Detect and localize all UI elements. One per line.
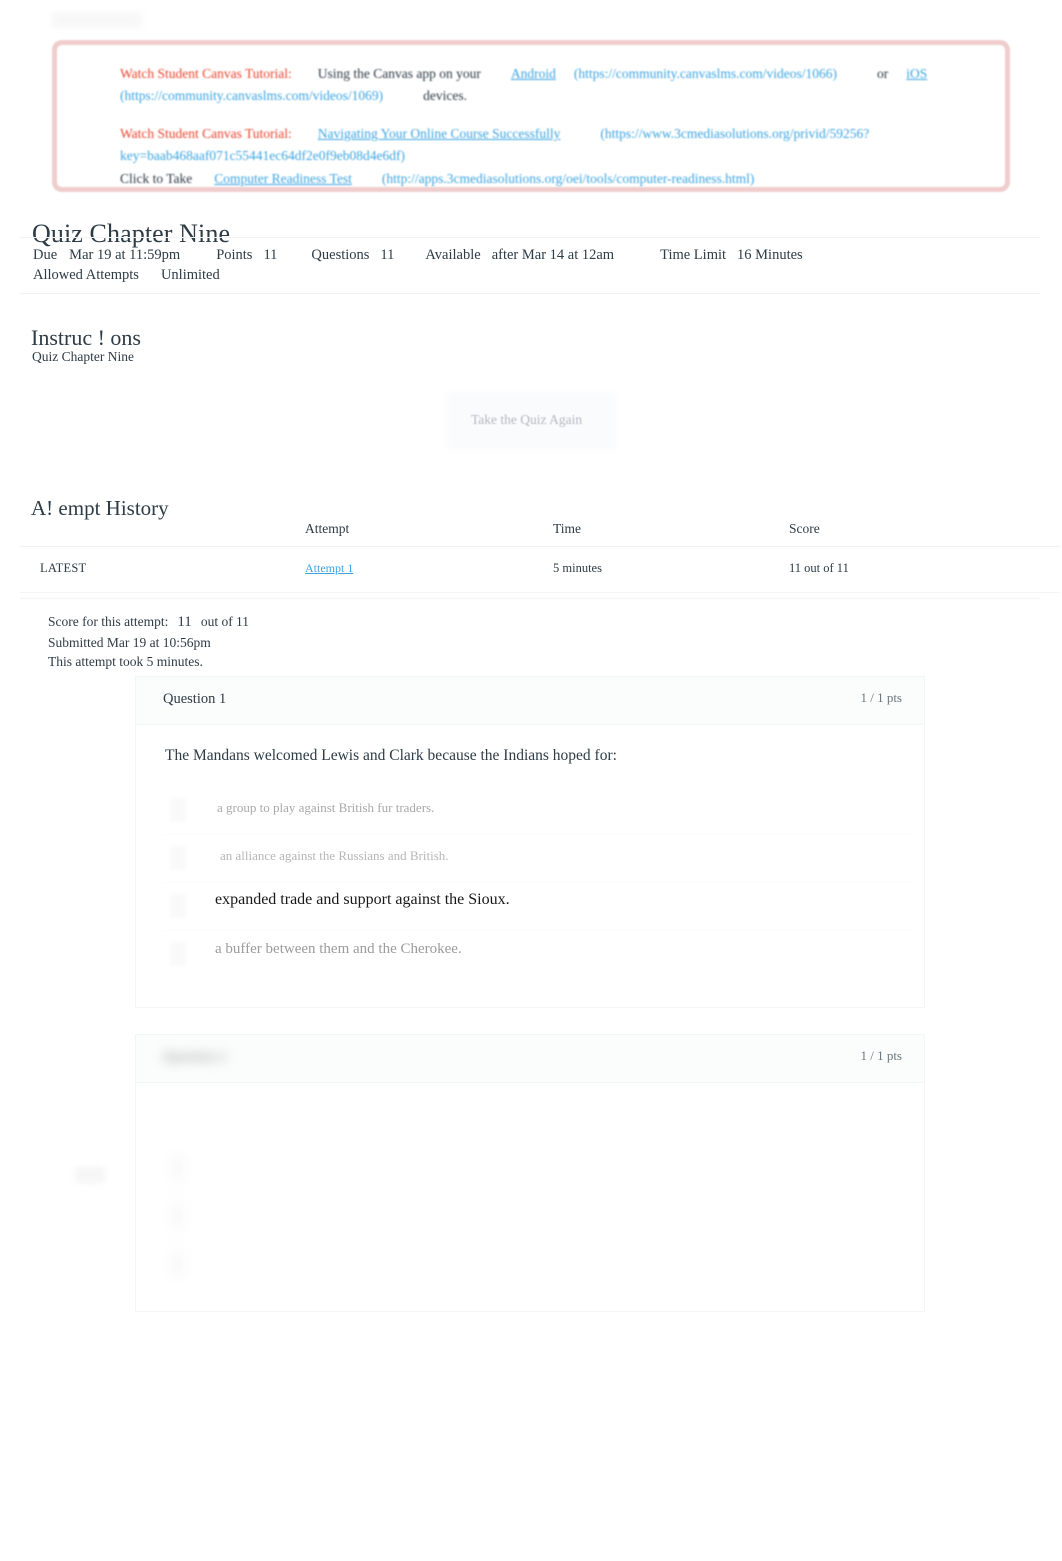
column-header-attempt: Attempt bbox=[305, 515, 553, 547]
question-1-text: The Mandans welcomed Lewis and Clark bec… bbox=[165, 747, 617, 764]
navigating-course-url-part1: (https://www.3cmediasolutions.org/privid… bbox=[600, 126, 870, 141]
answer-option[interactable] bbox=[164, 1241, 912, 1288]
question-block-2: Question 2 1 / 1 pts bbox=[135, 1034, 925, 1312]
radio-selected-icon bbox=[170, 894, 186, 918]
canvas-tutorial-banner: Watch Student Canvas Tutorial: Using the … bbox=[52, 40, 1010, 192]
banner-line-canvas-app: Watch Student Canvas Tutorial: Using the … bbox=[120, 63, 975, 106]
radio-icon bbox=[170, 1252, 186, 1276]
points-label: Points bbox=[216, 247, 253, 263]
ios-link[interactable]: iOS bbox=[906, 66, 927, 81]
tutorial-label-2: Watch Student Canvas Tutorial: bbox=[120, 126, 292, 141]
take-quiz-again-button[interactable]: Take the Quiz Again bbox=[447, 392, 615, 449]
time-limit-label: Time Limit bbox=[660, 247, 727, 263]
android-link[interactable]: Android bbox=[511, 66, 556, 81]
due-label: Due bbox=[33, 247, 58, 263]
radio-icon bbox=[170, 846, 186, 870]
question-2-title: Question 2 bbox=[163, 1049, 227, 1065]
answer-option-label: an alliance against the Russians and Bri… bbox=[220, 848, 449, 863]
devices-text: devices. bbox=[423, 87, 467, 103]
attempt-duration: This attempt took 5 minutes. bbox=[48, 654, 203, 669]
click-to-take-text: Click to Take bbox=[120, 171, 193, 186]
points-value: 11 bbox=[263, 247, 278, 263]
question-block-1: Question 1 1 / 1 pts The Mandans welcome… bbox=[135, 676, 925, 1008]
answer-option-label: a group to play against British fur trad… bbox=[217, 800, 435, 815]
computer-readiness-test-link[interactable]: Computer Readiness Test bbox=[214, 171, 352, 186]
question-2-side-ghost bbox=[75, 1167, 105, 1183]
canvas-app-text: Using the Canvas app on your bbox=[317, 66, 481, 81]
answer-option-label: a buffer between them and the Cherokee. bbox=[215, 941, 462, 957]
question-1-title: Question 1 bbox=[163, 691, 227, 707]
radio-icon bbox=[170, 798, 186, 822]
due-value: Mar 19 at 11:59pm bbox=[69, 247, 181, 263]
score-summary: Score for this attempt: 11 out of 11 Submi… bbox=[48, 612, 249, 672]
answer-option[interactable] bbox=[164, 1193, 912, 1241]
answer-option-selected[interactable] bbox=[164, 1145, 912, 1193]
answer-option[interactable]: a buffer between them and the Cherokee. bbox=[164, 931, 912, 978]
answer-option-selected[interactable]: expanded trade and support against the S… bbox=[164, 883, 912, 931]
attempt-history-table-footer-rule bbox=[20, 570, 1040, 599]
submitted-timestamp: Submitted Mar 19 at 10:56pm bbox=[48, 634, 211, 650]
radio-icon bbox=[170, 942, 186, 966]
allowed-attempts-label: Allowed Attempts bbox=[33, 267, 139, 283]
instructions-heading: Instruc ! ons bbox=[31, 325, 141, 351]
available-value: after Mar 14 at 12am bbox=[491, 247, 615, 263]
available-label: Available bbox=[425, 247, 481, 263]
quiz-details-row-1: Due Mar 19 at 11:59pm Points 11 Questions 11 A… bbox=[20, 245, 1040, 265]
score-value: 11 bbox=[177, 614, 192, 630]
quiz-details-row-2: Allowed Attempts Unlimited bbox=[20, 265, 1040, 285]
question-2-answers bbox=[164, 1145, 912, 1288]
quiz-results-page: Watch Student Canvas Tutorial: Using the … bbox=[0, 0, 1062, 1561]
tutorial-label-1: Watch Student Canvas Tutorial: bbox=[120, 66, 292, 81]
column-header-kept bbox=[20, 515, 305, 547]
radio-selected-icon bbox=[170, 1156, 186, 1180]
column-header-time: Time bbox=[553, 515, 789, 547]
score-label: Score for this attempt: bbox=[48, 614, 169, 629]
banner-line-navigating-course: Watch Student Canvas Tutorial: Navigating… bbox=[120, 123, 975, 166]
table-header-row: Attempt Time Score bbox=[20, 515, 1060, 547]
quiz-details: Due Mar 19 at 11:59pm Points 11 Questions 11 A… bbox=[20, 237, 1040, 294]
question-1-header: Question 1 1 / 1 pts bbox=[136, 677, 924, 725]
android-url-text: (https://community.canvaslms.com/videos/… bbox=[573, 66, 837, 81]
conjunction-or: or bbox=[877, 66, 889, 81]
questions-label: Questions bbox=[311, 247, 370, 263]
column-header-score: Score bbox=[789, 515, 1060, 547]
questions-value: 11 bbox=[380, 247, 395, 263]
banner-content: Watch Student Canvas Tutorial: Using the … bbox=[120, 63, 975, 190]
radio-icon bbox=[170, 1204, 186, 1228]
navigating-course-link[interactable]: Navigating Your Online Course Successful… bbox=[318, 126, 561, 141]
instructions-body: Quiz Chapter Nine bbox=[32, 349, 134, 364]
page-top-ghost-element bbox=[52, 12, 142, 28]
navigating-course-url-part2: key=baab468aaf071c55441ec64df2e0f9eb08d4… bbox=[120, 147, 406, 163]
answer-option[interactable]: a group to play against British fur trad… bbox=[164, 787, 912, 835]
question-1-points: 1 / 1 pts bbox=[860, 690, 902, 705]
question-2-header: Question 2 1 / 1 pts bbox=[136, 1035, 924, 1083]
allowed-attempts-value: Unlimited bbox=[160, 267, 220, 283]
ios-url-text: (https://community.canvaslms.com/videos/… bbox=[120, 87, 384, 103]
computer-readiness-url-text: (http://apps.3cmediasolutions.org/oei/to… bbox=[381, 171, 755, 186]
banner-line-readiness-test: Click to Take Computer Readiness Test (htt… bbox=[120, 168, 975, 190]
answer-option[interactable]: an alliance against the Russians and Bri… bbox=[164, 835, 912, 883]
take-quiz-again-label: Take the Quiz Again bbox=[471, 412, 583, 427]
time-limit-value: 16 Minutes bbox=[737, 247, 803, 263]
question-1-answers: a group to play against British fur trad… bbox=[164, 787, 912, 978]
answer-option-label: expanded trade and support against the S… bbox=[215, 891, 510, 908]
score-suffix: out of 11 bbox=[200, 614, 250, 629]
score-line: Score for this attempt: 11 out of 11 bbox=[48, 612, 249, 633]
question-2-points: 1 / 1 pts bbox=[860, 1048, 902, 1063]
